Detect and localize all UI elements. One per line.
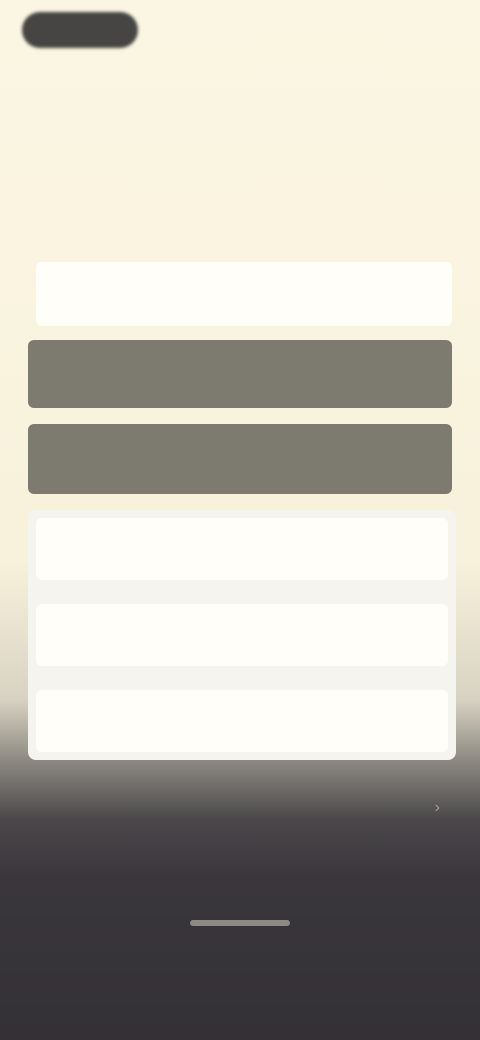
back-button[interactable]: [22, 12, 138, 48]
header-subtitle: [30, 84, 370, 98]
list-item-2[interactable]: [36, 604, 448, 666]
footer-row[interactable]: ›: [50, 796, 440, 820]
list-item-3[interactable]: [36, 690, 448, 752]
home-indicator: [190, 920, 290, 926]
list-item-1[interactable]: [36, 518, 448, 580]
option-card-3[interactable]: [28, 424, 452, 494]
option-card-2[interactable]: [28, 340, 452, 408]
chevron-right-icon: ›: [434, 799, 440, 816]
option-card-1[interactable]: [36, 262, 452, 326]
